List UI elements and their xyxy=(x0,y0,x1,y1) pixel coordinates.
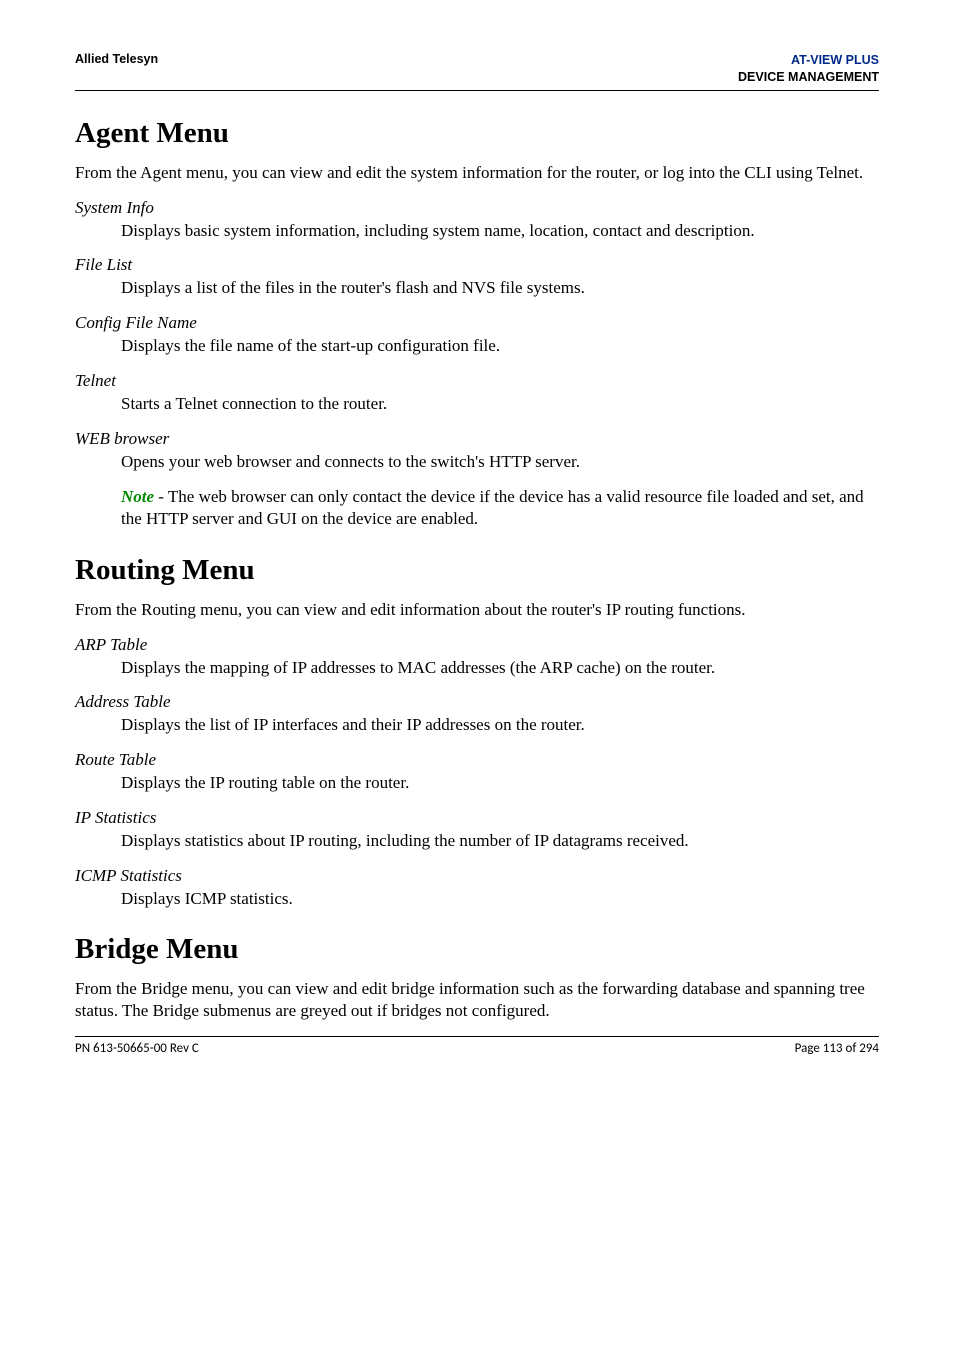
term-route-table: Route Table xyxy=(75,750,879,770)
term-telnet: Telnet xyxy=(75,371,879,391)
section-heading-routing: Routing Menu xyxy=(75,554,879,587)
note-text: - The web browser can only contact the d… xyxy=(121,487,864,528)
note-label: Note xyxy=(121,487,154,506)
term-config-file-name: Config File Name xyxy=(75,313,879,333)
section-intro-routing: From the Routing menu, you can view and … xyxy=(75,599,879,621)
term-icmp-statistics: ICMP Statistics xyxy=(75,866,879,886)
def-file-list: Displays a list of the files in the rout… xyxy=(121,277,879,299)
def-ip-statistics: Displays statistics about IP routing, in… xyxy=(121,830,879,852)
def-route-table: Displays the IP routing table on the rou… xyxy=(121,772,879,794)
footer-rule xyxy=(75,1036,879,1037)
page-footer: PN 613-50665-00 Rev C Page 113 of 294 xyxy=(75,1041,879,1056)
section-heading-agent: Agent Menu xyxy=(75,117,879,150)
def-icmp-statistics: Displays ICMP statistics. xyxy=(121,888,879,910)
def-system-info: Displays basic system information, inclu… xyxy=(121,220,879,242)
header-product: AT-VIEW PLUS xyxy=(738,52,879,69)
note-web-browser: Note - The web browser can only contact … xyxy=(121,486,879,530)
section-intro-agent: From the Agent menu, you can view and ed… xyxy=(75,162,879,184)
term-address-table: Address Table xyxy=(75,692,879,712)
header-left: Allied Telesyn xyxy=(75,52,158,86)
def-arp-table: Displays the mapping of IP addresses to … xyxy=(121,657,879,679)
def-config-file-name: Displays the file name of the start-up c… xyxy=(121,335,879,357)
term-system-info: System Info xyxy=(75,198,879,218)
def-address-table: Displays the list of IP interfaces and t… xyxy=(121,714,879,736)
page-container: Allied Telesyn AT-VIEW PLUS DEVICE MANAG… xyxy=(0,0,954,1096)
footer-right: Page 113 of 294 xyxy=(795,1041,879,1056)
term-file-list: File List xyxy=(75,255,879,275)
header-rule xyxy=(75,90,879,91)
footer-left: PN 613-50665-00 Rev C xyxy=(75,1041,199,1056)
term-web-browser: WEB browser xyxy=(75,429,879,449)
section-intro-bridge: From the Bridge menu, you can view and e… xyxy=(75,978,879,1022)
term-arp-table: ARP Table xyxy=(75,635,879,655)
def-web-browser: Opens your web browser and connects to t… xyxy=(121,451,879,473)
def-telnet: Starts a Telnet connection to the router… xyxy=(121,393,879,415)
term-ip-statistics: IP Statistics xyxy=(75,808,879,828)
header-right: AT-VIEW PLUS DEVICE MANAGEMENT xyxy=(738,52,879,86)
page-header: Allied Telesyn AT-VIEW PLUS DEVICE MANAG… xyxy=(75,52,879,86)
section-heading-bridge: Bridge Menu xyxy=(75,933,879,966)
header-subtitle: DEVICE MANAGEMENT xyxy=(738,69,879,86)
